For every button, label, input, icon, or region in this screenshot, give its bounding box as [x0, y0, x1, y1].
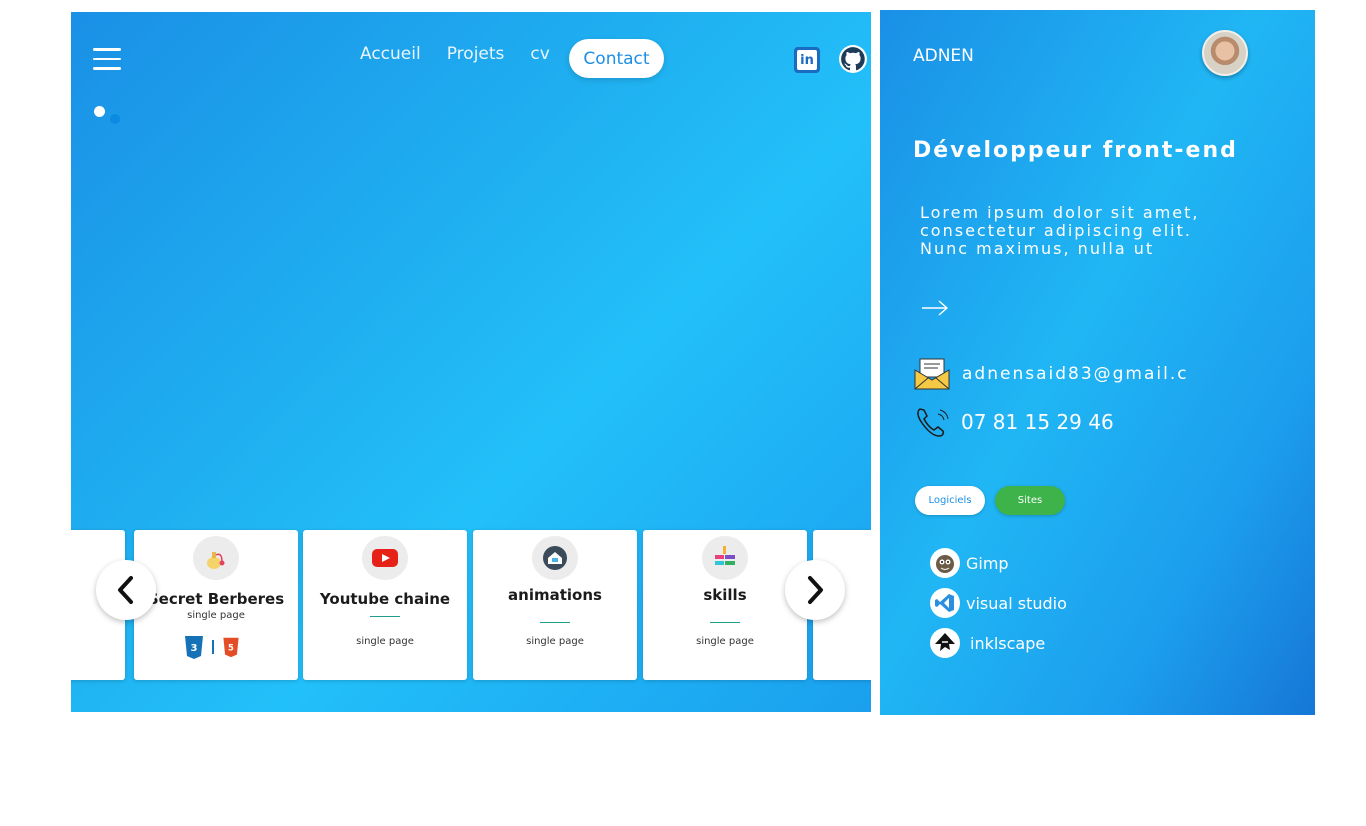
software-item: visual studio: [930, 588, 1067, 618]
contact-button[interactable]: Contact: [569, 39, 664, 78]
card-title: animations: [508, 586, 602, 604]
card-title: Secret Berberes: [147, 590, 285, 608]
card-title: Youtube chaine: [319, 590, 451, 608]
card-subtitle: single page: [356, 636, 414, 647]
card-underline: [370, 616, 400, 617]
house-icon: [532, 536, 578, 580]
project-card[interactable]: skills single page: [643, 530, 807, 680]
perfume-icon: [193, 536, 239, 580]
hamburger-menu-icon[interactable]: [93, 48, 121, 70]
project-card[interactable]: Youtube chaine single page: [303, 530, 467, 680]
card-underline: [540, 622, 570, 623]
phone-row: 07 81 15 29 46: [914, 406, 1114, 438]
software-item: inklscape: [930, 628, 1045, 658]
card-subtitle: single page: [526, 636, 584, 647]
divider: [212, 640, 214, 654]
software-label: Gimp: [966, 553, 1009, 573]
card-subtitle: single page: [187, 610, 245, 621]
nav-accueil[interactable]: Accueil: [360, 44, 421, 64]
carousel-prev-button[interactable]: [96, 560, 156, 620]
nav-cv[interactable]: cv: [530, 44, 549, 64]
software-label: inklscape: [970, 633, 1046, 653]
github-icon[interactable]: [839, 45, 867, 73]
svg-text:5: 5: [228, 642, 234, 652]
card-subtitle: single page: [696, 636, 754, 647]
arrow-right-icon[interactable]: [920, 298, 950, 318]
chevron-right-icon: [808, 576, 823, 604]
profile-name: ADNEN: [913, 46, 974, 66]
html5-icon: 5: [223, 637, 239, 658]
software-item: Gimp: [930, 548, 1009, 578]
software-label: visual studio: [966, 593, 1067, 613]
linkedin-icon[interactable]: in: [794, 47, 820, 73]
profile-panel: ADNEN Développeur front-end Lorem ipsum …: [880, 10, 1315, 715]
top-nav: Accueil Projets cv: [360, 44, 576, 64]
nav-projets[interactable]: Projets: [447, 44, 505, 64]
inkscape-icon: [930, 628, 960, 658]
tab-sites[interactable]: Sites: [995, 486, 1065, 515]
mail-icon: [914, 358, 950, 390]
youtube-icon: [362, 536, 408, 580]
chevron-left-icon: [118, 576, 133, 604]
gimp-icon: [930, 548, 960, 578]
card-underline: [710, 622, 740, 623]
carousel-next-button[interactable]: [785, 560, 845, 620]
profile-role: Développeur front-end: [913, 138, 1238, 163]
card-title: skills: [703, 586, 747, 604]
tab-logiciels[interactable]: Logiciels: [915, 486, 985, 515]
avatar: [1202, 30, 1248, 76]
phone-icon: [917, 408, 949, 437]
loader-dots: [94, 106, 124, 126]
email-row: adnensaid83@gmail.c: [914, 358, 1189, 390]
profile-bio: Lorem ipsum dolor sit amet, consectetur …: [920, 203, 1200, 258]
css3-icon: 3: [185, 636, 203, 659]
main-panel: Accueil Projets cv Contact in Secret Ber…: [71, 12, 871, 712]
project-card[interactable]: animations single page: [473, 530, 637, 680]
phone-text[interactable]: 07 81 15 29 46: [961, 410, 1114, 434]
vscode-icon: [930, 588, 960, 618]
project-card[interactable]: Secret Berberes single page 3 5: [134, 530, 298, 680]
email-text[interactable]: adnensaid83@gmail.c: [962, 364, 1189, 384]
skills-icon: [702, 536, 748, 580]
svg-text:3: 3: [191, 643, 198, 654]
